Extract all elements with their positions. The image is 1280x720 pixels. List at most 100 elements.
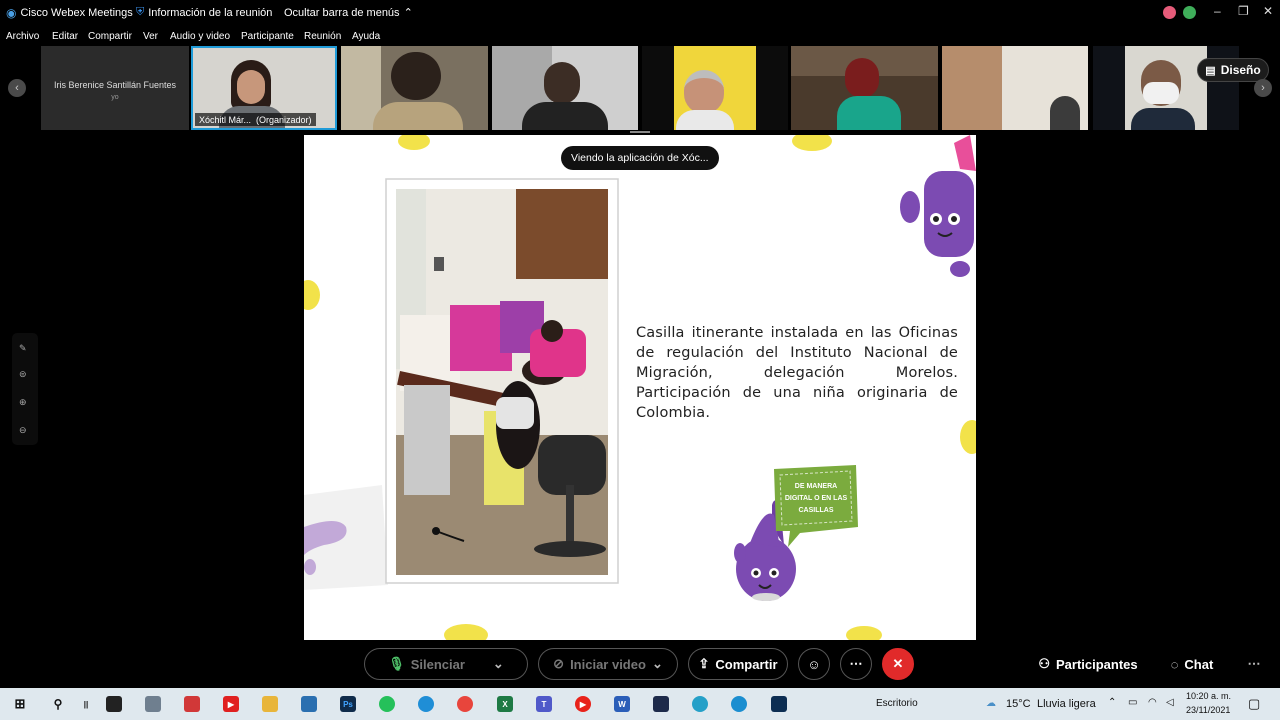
participant-video [1143, 82, 1179, 104]
weather-condition[interactable]: Lluvia ligera [1037, 698, 1096, 710]
more-icon: ⋯ [1247, 656, 1261, 671]
youtube-icon[interactable]: ▶ [223, 696, 239, 712]
participant-video [373, 102, 463, 130]
annotate-icon[interactable]: ✎ [19, 343, 27, 354]
whatsapp-icon[interactable] [379, 696, 395, 712]
self-video-tile[interactable]: Iris Berenice Santillán Fuentes yo [41, 46, 189, 130]
more-options-button[interactable]: ⋯ [840, 648, 872, 680]
battery-icon: ▭ [1128, 697, 1138, 708]
task-view-icon[interactable]: || [78, 696, 94, 712]
volume-icon[interactable]: ◁ [1166, 697, 1174, 708]
zoom-out-icon[interactable]: ⊖ [19, 425, 27, 436]
chevron-left-icon: ‹ [15, 82, 19, 94]
desktop-toolbar[interactable]: Escritorio [876, 698, 918, 709]
filmstrip-next-button[interactable]: › [1254, 79, 1272, 97]
chrome-icon[interactable] [457, 696, 473, 712]
windows-start-icon[interactable]: ⊞ [12, 696, 28, 712]
calculator-icon[interactable] [145, 696, 161, 712]
minimize-icon[interactable]: – [1214, 4, 1221, 18]
active-speaker-tile[interactable]: Xóchitl Már... (Organizador) [191, 46, 337, 130]
self-name: Iris Berenice Santillán Fuentes [53, 80, 177, 90]
filmstrip-prev-button[interactable]: ‹ [8, 79, 26, 97]
wifi-icon[interactable]: ◠ [1148, 697, 1157, 708]
panel-options-button[interactable]: ⋯ [1238, 648, 1270, 680]
mute-button[interactable]: 🎙 Silenciar ⌄ [364, 648, 528, 680]
pinwheel-icon[interactable] [184, 696, 200, 712]
participant-video-tile[interactable] [942, 46, 1088, 130]
speech-bubble-text: DE MANERA DIGITAL O EN LAS CASILLAS [784, 483, 848, 514]
participant-video [522, 102, 608, 130]
chevron-up-icon: ⌃ [403, 7, 413, 19]
recording-icon [1163, 6, 1176, 19]
menu-editar[interactable]: Editar [52, 31, 78, 42]
share-button[interactable]: ⇪ Compartir [688, 648, 788, 680]
excel-icon[interactable]: X [497, 696, 513, 712]
restore-icon[interactable]: ❐ [1238, 4, 1249, 18]
panel-resize-handle[interactable] [630, 131, 650, 133]
teams-icon[interactable]: T [536, 696, 552, 712]
speaker-name-label: Xóchitl Már... (Organizador) [195, 113, 316, 126]
menu-reunion[interactable]: Reunión [304, 31, 341, 42]
edge-icon[interactable] [418, 696, 434, 712]
word-icon[interactable]: W [614, 696, 630, 712]
file-explorer-icon[interactable] [262, 696, 278, 712]
participant-video-tile[interactable] [341, 46, 488, 130]
close-icon[interactable]: ✕ [1263, 4, 1273, 18]
participant-video-tile[interactable] [492, 46, 638, 130]
chevron-right-icon: › [1261, 82, 1265, 94]
end-meeting-button[interactable]: ✕ [882, 648, 914, 680]
shield-icon: ⛨ [136, 6, 145, 18]
slide-caption: Casilla itinerante instalada en las Ofic… [636, 325, 958, 421]
photoshop-icon[interactable]: Ps [340, 696, 356, 712]
zoom-in-icon[interactable]: ⊕ [19, 397, 27, 408]
menu-ayuda[interactable]: Ayuda [352, 31, 380, 42]
title-bar: ◉ Cisco Webex Meetings ⛨ Información de … [0, 0, 1280, 26]
app-icon[interactable] [731, 696, 747, 712]
participant-video [544, 62, 580, 104]
participants-button[interactable]: ⚇ Participantes [1032, 648, 1144, 680]
chat-bubble-icon: ◌ [1170, 656, 1179, 672]
participant-video [845, 58, 879, 98]
weather-temp[interactable]: 15°C [1006, 698, 1031, 710]
show-hidden-icons[interactable]: ⌃ [1108, 697, 1116, 708]
self-label: yo [111, 94, 119, 101]
webex-taskbar-icon[interactable] [771, 696, 787, 712]
sticky-notes-icon[interactable] [106, 696, 122, 712]
share-screen-icon: ⇪ [698, 656, 710, 671]
notification-icon[interactable]: ▢ [1248, 696, 1260, 712]
menu-archivo[interactable]: Archivo [6, 31, 39, 42]
clock-time[interactable]: 10:20 a. m. [1186, 691, 1231, 701]
app-title: ◉ Cisco Webex Meetings [6, 6, 133, 20]
menu-participante[interactable]: Participante [241, 31, 294, 42]
layout-button[interactable]: ▤ Diseño [1197, 58, 1269, 82]
reactions-button[interactable]: ☺ [798, 648, 830, 680]
participant-video [837, 96, 901, 130]
participant-video [237, 70, 265, 104]
search-icon[interactable]: ⚲ [50, 696, 66, 712]
meeting-controls: 🎙 Silenciar ⌄ ⊘ Iniciar video ⌄ ⇪ Compar… [0, 640, 1280, 688]
meeting-info-button[interactable]: ⛨ Información de la reunión [136, 6, 272, 19]
reaction-icon: ☺ [807, 656, 821, 672]
menu-compartir[interactable]: Compartir [88, 31, 132, 42]
participant-video-tile[interactable] [791, 46, 938, 130]
network-stats-icon[interactable] [1183, 6, 1196, 19]
clock-date[interactable]: 23/11/2021 [1186, 705, 1230, 715]
video-off-icon: ⊘ [553, 656, 565, 671]
mail-icon[interactable] [301, 696, 317, 712]
app-icon[interactable] [653, 696, 669, 712]
windows-taskbar: ⊞ ⚲ || ▶ Ps X T ▶ W Escritorio ☁ 15°C Ll… [0, 688, 1280, 720]
app-icon[interactable] [692, 696, 708, 712]
chevron-down-icon[interactable]: ⌄ [652, 656, 663, 672]
start-video-button[interactable]: ⊘ Iniciar video ⌄ [538, 648, 678, 680]
hide-menu-button[interactable]: Ocultar barra de menús ⌃ [284, 6, 413, 20]
menu-audio-video[interactable]: Audio y video [170, 31, 230, 42]
chevron-down-icon[interactable]: ⌄ [493, 656, 504, 672]
chat-button[interactable]: ◌ Chat [1162, 648, 1222, 680]
fit-view-icon[interactable]: ⊜ [19, 369, 27, 380]
annotation-toolbar: ✎ ⊜ ⊕ ⊖ [12, 333, 38, 445]
menu-ver[interactable]: Ver [143, 31, 158, 42]
participant-video-tile[interactable] [642, 46, 788, 130]
more-icon: ⋯ [849, 656, 863, 671]
viewing-app-indicator[interactable]: Viendo la aplicación de Xóc... [561, 146, 719, 170]
media-player-icon[interactable]: ▶ [575, 696, 591, 712]
